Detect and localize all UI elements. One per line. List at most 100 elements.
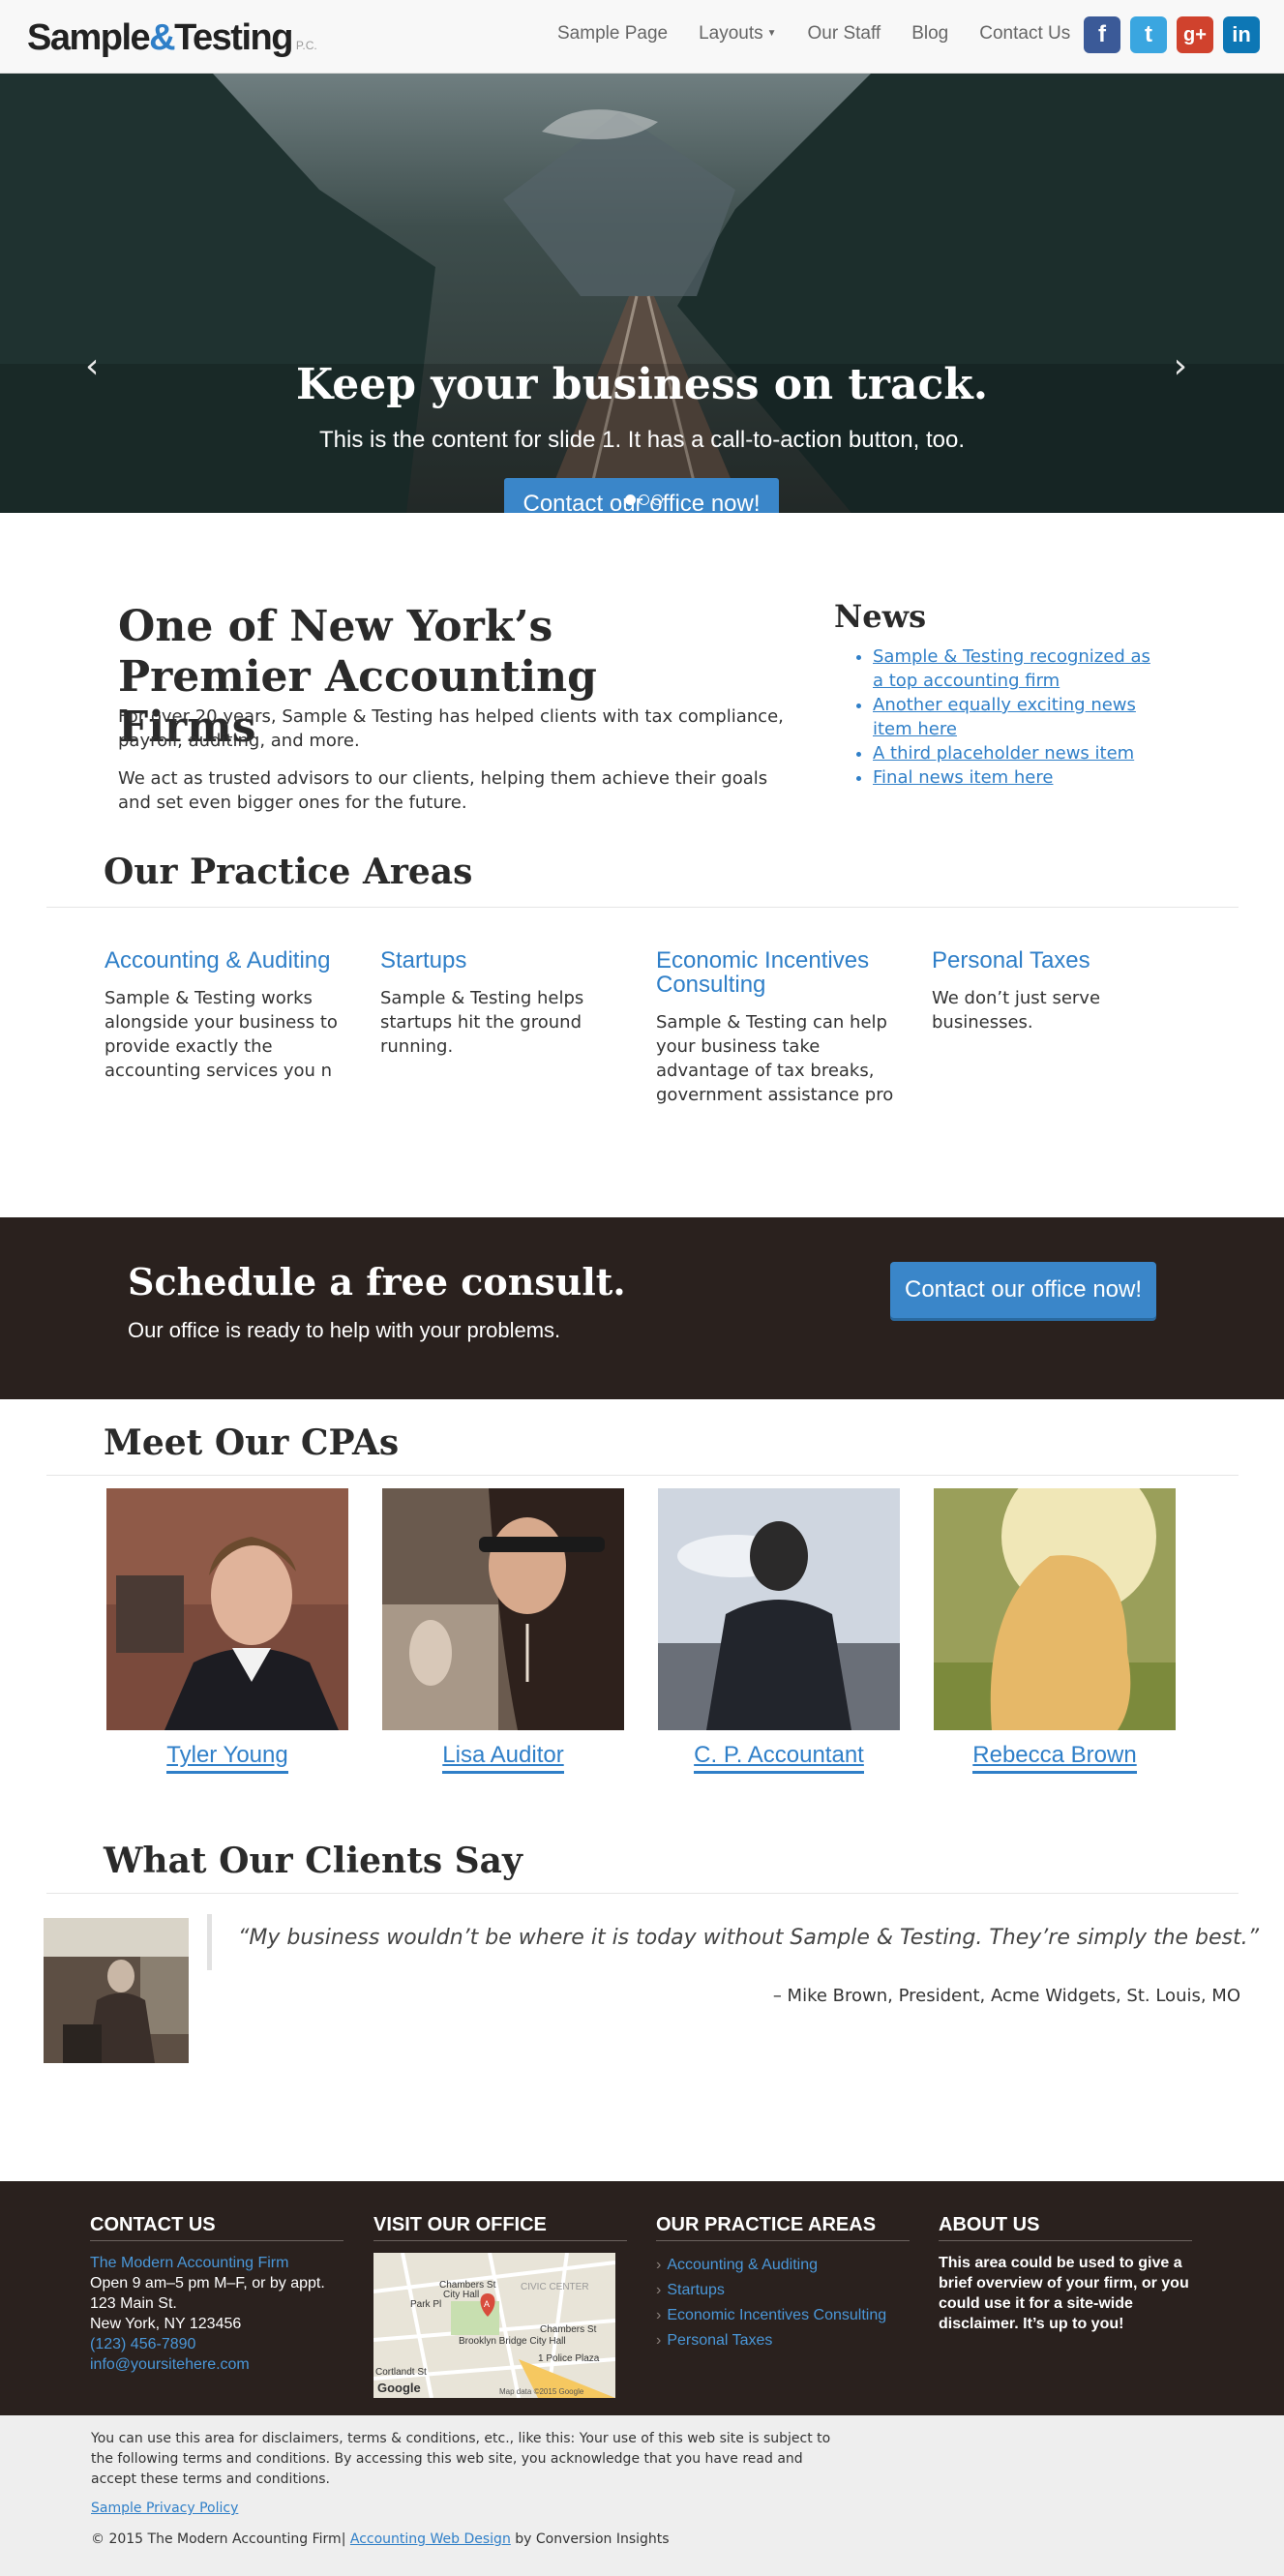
cpa-photo-accountant[interactable] xyxy=(658,1488,900,1730)
logo-text-main: Sample xyxy=(27,17,151,58)
practice-area-accounting-title[interactable]: Accounting & Auditing xyxy=(105,948,351,973)
news-link-2[interactable]: Another equally exciting news item here xyxy=(873,695,1136,739)
cpas-title: Meet Our CPAs xyxy=(104,1423,400,1463)
nav-blog[interactable]: Blog xyxy=(896,23,964,45)
consult-contact-button[interactable]: Contact our office now! xyxy=(890,1262,1156,1318)
twitter-icon[interactable]: t xyxy=(1130,16,1167,53)
carousel-indicators xyxy=(625,494,663,505)
footer-city: New York, NY 123456 xyxy=(90,2316,242,2332)
map-icon: A Chambers St City Hall CIVIC CENTER Par… xyxy=(373,2253,615,2398)
news-link-1[interactable]: Sample & Testing recognized as a top acc… xyxy=(873,646,1150,691)
footer-contact-title: CONTACT US xyxy=(90,2214,343,2241)
cpa-name-link[interactable]: Rebecca Brown xyxy=(972,1742,1137,1774)
footer-firm-link[interactable]: The Modern Accounting Firm xyxy=(90,2253,343,2273)
chevron-right-icon: › xyxy=(656,2332,662,2349)
nav-layouts[interactable]: Layouts ▼ xyxy=(683,23,791,45)
person-photo-icon xyxy=(382,1488,624,1730)
news-item: A third placeholder news item xyxy=(873,741,1163,765)
footer-contact: CONTACT US The Modern Accounting Firm Op… xyxy=(90,2214,343,2375)
footer-area-link[interactable]: › Economic Incentives Consulting xyxy=(656,2303,910,2328)
cpa-photo-rebecca[interactable] xyxy=(934,1488,1176,1730)
map-label: Chambers St xyxy=(540,2324,597,2335)
news-item: Another equally exciting news item here xyxy=(873,693,1163,741)
footer-phone-link[interactable]: (123) 456-7890 xyxy=(90,2334,343,2354)
map-label: Cortlandt St xyxy=(375,2367,427,2378)
footer-area-label: Startups xyxy=(667,2282,725,2298)
cpa-name-link[interactable]: C. P. Accountant xyxy=(694,1742,864,1774)
quote-bar xyxy=(207,1914,212,1970)
social-links: f t g+ in xyxy=(1084,16,1260,53)
practice-area-economic-title[interactable]: Economic Incentives Consulting xyxy=(656,948,903,997)
practice-area-startups-title[interactable]: Startups xyxy=(380,948,627,973)
consult-title: Schedule a free consult. xyxy=(128,1260,626,1303)
carousel-dot-3[interactable] xyxy=(652,494,663,505)
chevron-right-icon: › xyxy=(656,2307,662,2323)
footer-about: ABOUT US This area could be used to give… xyxy=(939,2214,1192,2334)
footer-area-label: Accounting & Auditing xyxy=(667,2257,818,2273)
news-item: Sample & Testing recognized as a top acc… xyxy=(873,644,1163,693)
consult-band: Schedule a free consult. Our office is r… xyxy=(0,1217,1284,1399)
news-link-3[interactable]: A third placeholder news item xyxy=(873,743,1134,764)
cpa-name-link[interactable]: Tyler Young xyxy=(166,1742,288,1774)
main-nav: Sample Page Layouts ▼ Our Staff Blog Cont… xyxy=(542,23,1086,45)
cpa-photo-lisa[interactable] xyxy=(382,1488,624,1730)
carousel-dot-2[interactable] xyxy=(639,494,649,505)
privacy-policy-link[interactable]: Sample Privacy Policy xyxy=(91,2501,238,2516)
footer-area-link[interactable]: › Accounting & Auditing xyxy=(656,2253,910,2278)
site-footer: CONTACT US The Modern Accounting Firm Op… xyxy=(0,2181,1284,2415)
footer-area-link[interactable]: › Startups xyxy=(656,2278,910,2303)
cpa-name-link[interactable]: Lisa Auditor xyxy=(442,1742,564,1774)
linkedin-icon[interactable]: in xyxy=(1223,16,1260,53)
client-photo-icon xyxy=(44,1918,189,2063)
person-photo-icon xyxy=(658,1488,900,1730)
footer-area-link[interactable]: › Personal Taxes xyxy=(656,2328,910,2353)
map-marker-label: A xyxy=(484,2299,490,2309)
carousel-dot-1[interactable] xyxy=(625,494,636,505)
cpa-card: Rebecca Brown xyxy=(933,1488,1177,1774)
footer-area-label: Economic Incentives Consulting xyxy=(667,2307,887,2323)
practice-area-card: Startups Sample & Testing helps startups… xyxy=(380,948,627,1059)
footer-visit: VISIT OUR OFFICE A Chambers St City Hall… xyxy=(373,2214,627,2398)
footer-email-link[interactable]: info@yoursitehere.com xyxy=(90,2354,343,2375)
logo-ampersand: & xyxy=(149,17,175,58)
map-label: Park Pl xyxy=(410,2299,441,2310)
news-panel: News Sample & Testing recognized as a to… xyxy=(834,598,1163,790)
cpa-card: C. P. Accountant xyxy=(657,1488,901,1774)
footer-about-title: ABOUT US xyxy=(939,2214,1192,2241)
web-design-link[interactable]: Accounting Web Design xyxy=(350,2531,511,2547)
google-plus-icon[interactable]: g+ xyxy=(1177,16,1213,53)
testimonials-section: What Our Clients Say “My business wouldn… xyxy=(0,1831,1284,2181)
practice-areas-section: Our Practice Areas Accounting & Auditing… xyxy=(0,852,1284,1217)
nav-contact-us[interactable]: Contact Us xyxy=(964,23,1086,45)
person-photo-icon xyxy=(106,1488,348,1730)
testimonial-quote: “My business wouldn’t be where it is tod… xyxy=(238,1926,1260,1950)
news-link-4[interactable]: Final news item here xyxy=(873,767,1053,788)
facebook-icon[interactable]: f xyxy=(1084,16,1120,53)
practice-area-text: We don’t just serve businesses. xyxy=(932,988,1101,1033)
testimonial-cite: – Mike Brown, President, Acme Widgets, S… xyxy=(772,1986,1240,2006)
caret-down-icon: ▼ xyxy=(766,28,777,40)
practice-area-personal-title[interactable]: Personal Taxes xyxy=(932,948,1179,973)
cpa-photo-tyler[interactable] xyxy=(106,1488,348,1730)
site-logo[interactable]: Sample&Testing P.C. xyxy=(27,17,317,59)
footer-practice-areas: OUR PRACTICE AREAS › Accounting & Auditin… xyxy=(656,2214,910,2353)
intro-section: One of New York’s Premier Accounting Fir… xyxy=(0,513,1284,852)
footer-area-label: Personal Taxes xyxy=(667,2332,773,2349)
logo-suffix: P.C. xyxy=(295,39,317,52)
map-label: CIVIC CENTER xyxy=(521,2282,589,2292)
nav-sample-page[interactable]: Sample Page xyxy=(542,23,683,45)
office-map[interactable]: A Chambers St City Hall CIVIC CENTER Par… xyxy=(373,2253,615,2398)
intro-paragraph-2: We act as trusted advisors to our client… xyxy=(118,768,768,813)
site-header: Sample&Testing P.C. Sample Page Layouts ▼ … xyxy=(0,0,1284,74)
practice-area-card: Personal Taxes We don’t just serve busin… xyxy=(932,948,1179,1034)
testimonials-title: What Our Clients Say xyxy=(104,1841,523,1881)
footer-about-text: This area could be used to give a brief … xyxy=(939,2255,1189,2332)
cpas-section: Meet Our CPAs Tyler Young Lisa Auditor C… xyxy=(0,1399,1284,1831)
nav-our-staff[interactable]: Our Staff xyxy=(792,23,897,45)
hero-carousel: ‹ › Keep your business on track. This is… xyxy=(0,74,1284,513)
section-divider xyxy=(46,1475,1239,1476)
copyright: © 2015 The Modern Accounting Firm| Accou… xyxy=(91,2531,670,2547)
cpa-card: Tyler Young xyxy=(105,1488,349,1774)
practice-areas-title: Our Practice Areas xyxy=(104,852,473,892)
section-divider xyxy=(46,907,1239,908)
